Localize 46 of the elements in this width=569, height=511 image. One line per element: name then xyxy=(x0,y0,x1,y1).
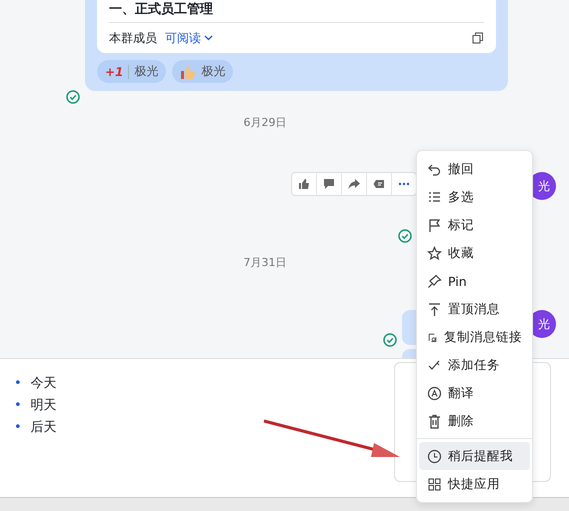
more-icon[interactable] xyxy=(398,182,410,186)
read-check-icon xyxy=(383,333,397,347)
bullet: • xyxy=(14,397,22,415)
read-check-icon xyxy=(66,90,80,104)
translate-icon xyxy=(427,386,442,400)
read-check-icon xyxy=(398,229,412,243)
clock-icon xyxy=(427,448,442,464)
thumbs-up-icon xyxy=(180,64,196,80)
list-icon xyxy=(427,190,442,204)
menu-item[interactable]: 收藏 xyxy=(419,239,530,267)
menu-item[interactable]: 复制消息链接 xyxy=(419,323,530,351)
menu-item[interactable]: 多选 xyxy=(419,183,530,211)
document-title: 一、正式员工管理 xyxy=(109,0,484,23)
date-separator: 7月31日 xyxy=(242,255,288,270)
bullet: • xyxy=(14,375,22,393)
quote-icon[interactable] xyxy=(373,178,385,190)
undo-arrow-icon xyxy=(427,162,442,176)
flag-icon xyxy=(427,218,442,232)
thumbs-up-icon[interactable] xyxy=(298,178,310,190)
list-item-text: 明天 xyxy=(30,397,57,415)
permission-label: 本群成员 xyxy=(109,30,157,46)
menu-item[interactable]: 撤回 xyxy=(419,155,530,183)
reaction-pill[interactable]: 极光 xyxy=(172,60,234,83)
list-item-text: 后天 xyxy=(30,419,57,437)
forward-arrow-icon[interactable] xyxy=(348,178,360,190)
list-item-text: 今天 xyxy=(30,375,57,393)
permission-dropdown[interactable]: 可阅读 xyxy=(165,30,213,46)
apps-icon xyxy=(427,476,442,492)
chevron-down-icon xyxy=(204,35,213,41)
copy-icon[interactable] xyxy=(472,32,484,44)
bullet: • xyxy=(14,419,22,437)
comment-icon[interactable] xyxy=(323,178,335,190)
reaction-pill[interactable]: +1 极光 xyxy=(97,60,166,83)
menu-item[interactable]: 翻译 xyxy=(419,379,530,407)
menu-item[interactable]: 置顶消息 xyxy=(419,295,530,323)
menu-item[interactable]: 稍后提醒我 xyxy=(419,442,530,470)
trash-icon xyxy=(427,414,442,428)
menu-item[interactable]: 删除 xyxy=(419,407,530,435)
menu-item[interactable]: 快捷应用 xyxy=(419,470,530,498)
plus-one-emoji: +1 xyxy=(105,64,130,78)
menu-item[interactable]: 标记 xyxy=(419,211,530,239)
star-icon xyxy=(427,246,442,260)
pin-icon xyxy=(427,274,442,288)
pin-to-top-icon xyxy=(427,302,442,316)
date-separator: 6月29日 xyxy=(242,115,288,130)
menu-item[interactable]: Pin xyxy=(419,267,530,295)
